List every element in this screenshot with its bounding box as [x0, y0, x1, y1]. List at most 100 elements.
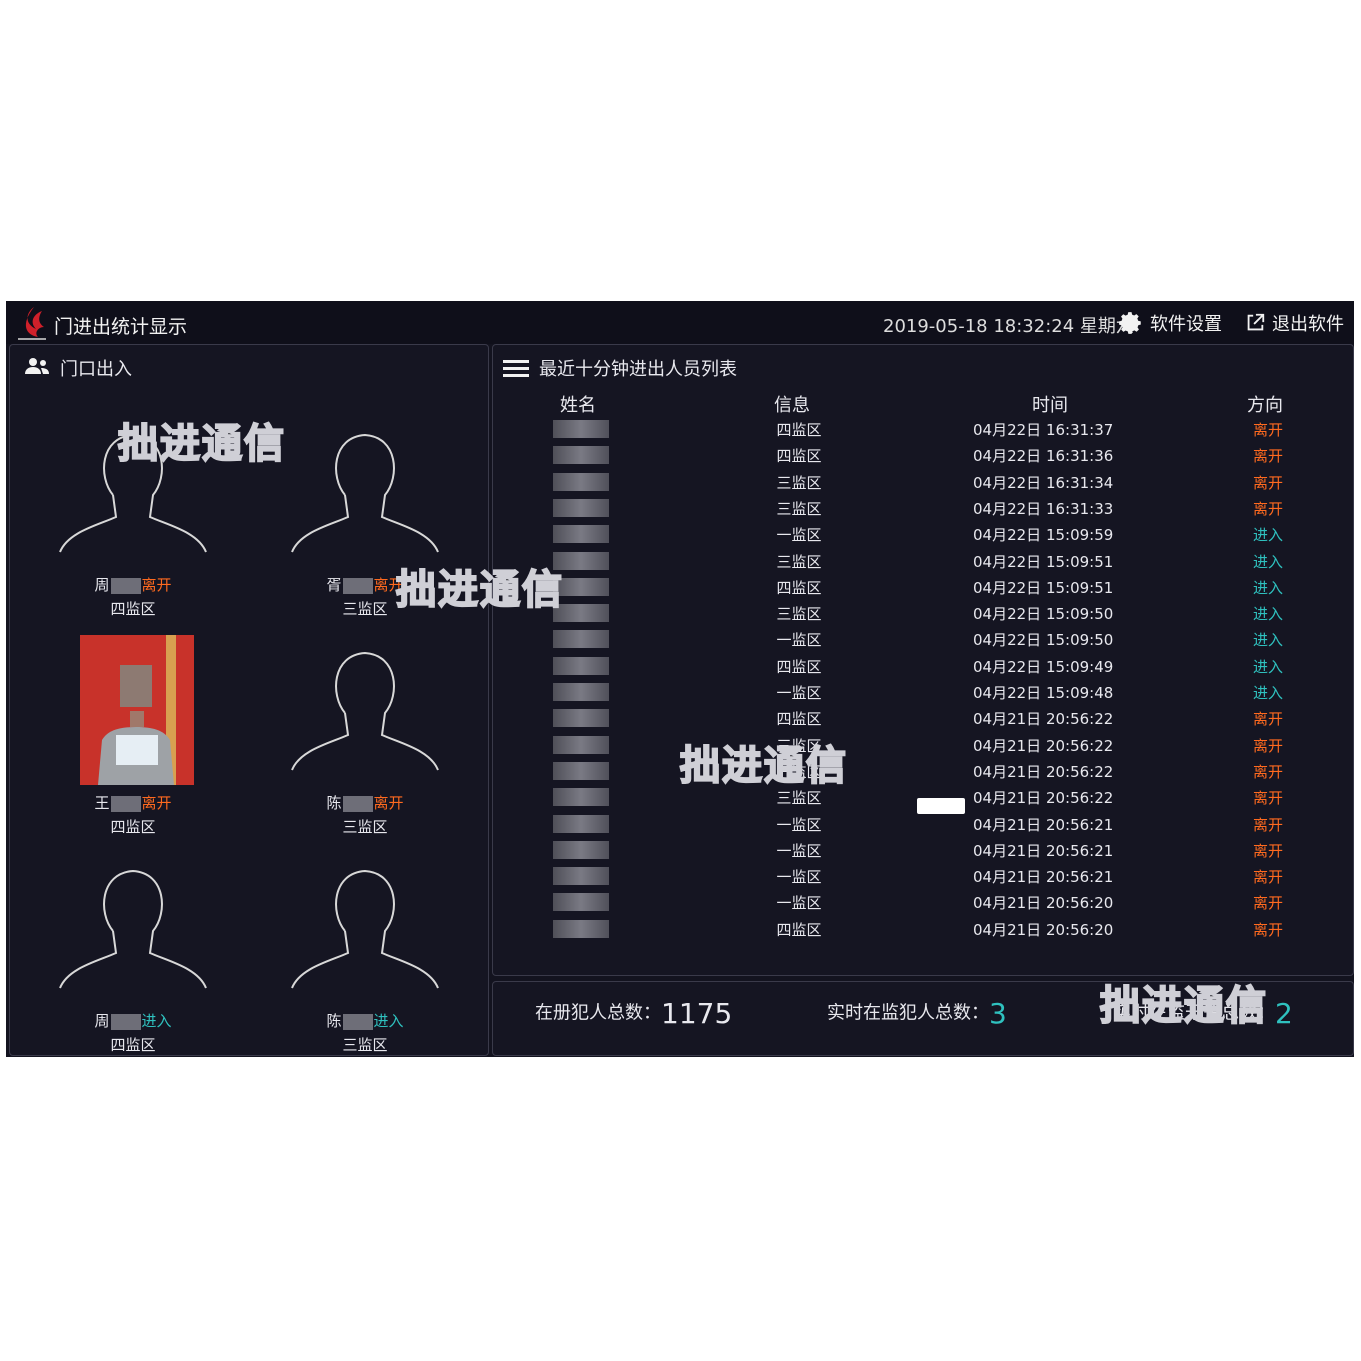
list-row: 三监区 04月22日 15:09:51 进入 [533, 548, 1353, 574]
floating-toolbar[interactable] [917, 798, 965, 814]
list-row: 四监区 04月21日 20:56:22 离开 [533, 705, 1353, 731]
door-panel-header: 门口出入 [24, 355, 132, 381]
redacted-name [342, 795, 373, 812]
zone-cell: 一监区 [776, 526, 822, 545]
list-row: 四监区 04月22日 15:09:49 进入 [533, 653, 1353, 679]
silhouette-avatar [291, 433, 439, 553]
redacted-name [553, 656, 609, 675]
person-card[interactable]: 王 离开 四监区 [18, 635, 248, 853]
time-cell: 04月22日 16:31:37 [973, 421, 1114, 439]
person-name: 周 [94, 576, 110, 594]
column-header-time: 时间 [1032, 395, 1068, 416]
direction-label: 离开 [373, 794, 404, 812]
direction-label: 进入 [141, 1012, 172, 1030]
list-row: 一监区 04月21日 20:56:22 离开 [533, 758, 1353, 784]
zone-cell: 四监区 [776, 920, 822, 939]
person-name-line: 周 进入 [18, 1010, 248, 1031]
list-row: 三监区 04月22日 16:31:33 离开 [533, 495, 1353, 521]
app-title: 门进出统计显示 [54, 316, 188, 338]
direction-cell: 离开 [1253, 762, 1284, 781]
list-row: 四监区 04月21日 20:56:20 离开 [533, 916, 1353, 942]
time-cell: 04月21日 20:56:21 [973, 815, 1114, 834]
time-cell: 04月22日 15:09:50 [973, 631, 1114, 650]
person-card[interactable]: 陈 离开 三监区 [250, 635, 480, 853]
current-datetime: 2019-05-18 18:32:24 星期六 [883, 316, 1134, 337]
direction-cell: 离开 [1253, 447, 1284, 466]
zone-cell: 三监区 [776, 499, 822, 518]
person-name-line: 陈 离开 [250, 792, 480, 813]
time-cell: 04月21日 20:56:22 [973, 710, 1114, 729]
time-cell: 04月21日 20:56:22 [973, 789, 1114, 808]
zone-label: 四监区 [110, 1036, 156, 1054]
person-name-line: 周 离开 [18, 574, 248, 595]
zone-cell: 一监区 [776, 894, 822, 913]
time-cell: 04月22日 16:31:33 [973, 499, 1114, 518]
list-row: 三监区 04月21日 20:56:22 离开 [533, 732, 1353, 758]
direction-cell: 离开 [1253, 815, 1284, 834]
zone-label: 三监区 [342, 1036, 388, 1054]
time-cell: 04月22日 15:09:51 [973, 578, 1114, 597]
present-value: 3 [989, 997, 1007, 1030]
settings-label: 软件设置 [1150, 314, 1222, 335]
menu-icon [503, 360, 529, 377]
recent-list-panel: 最近十分钟进出人员列表 姓名 信息 时间 方向 四监区 04月22日 16:31:… [492, 344, 1354, 976]
silhouette-avatar [291, 651, 439, 771]
captured-photo [80, 635, 194, 785]
redacted-name [553, 683, 609, 701]
person-name: 周 [94, 1012, 110, 1030]
person-card[interactable]: 周 进入 四监区 [18, 853, 248, 1071]
zone-cell: 四监区 [776, 421, 822, 439]
exit-button[interactable]: 退出软件 [1244, 310, 1344, 336]
silhouette-avatar [291, 869, 439, 989]
direction-label: 进入 [373, 1012, 404, 1030]
zone-cell: 三监区 [776, 552, 822, 571]
watermark: 拙进通信 [395, 566, 564, 614]
list-row: 一监区 04月21日 20:56:21 离开 [533, 811, 1353, 837]
person-name: 胥 [326, 576, 342, 594]
zone-label: 四监区 [110, 600, 156, 618]
direction-cell: 进入 [1253, 552, 1284, 571]
redacted-name [553, 446, 609, 465]
redacted-name [553, 919, 609, 938]
redacted-name [553, 472, 609, 491]
list-row: 一监区 04月22日 15:09:50 进入 [533, 626, 1353, 652]
zone-cell: 一监区 [776, 841, 822, 860]
column-header-direction: 方向 [1247, 395, 1283, 416]
person-card[interactable]: 陈 进入 三监区 [250, 853, 480, 1071]
present-stat: 实时在监犯人总数：3 [827, 997, 1007, 1030]
redacted-name [110, 1013, 141, 1030]
registered-stat: 在册犯人总数：1175 [535, 997, 732, 1030]
watermark: 拙进通信 [1099, 982, 1268, 1030]
zone-cell: 四监区 [776, 578, 822, 597]
present-label: 实时在监犯人总数： [827, 1002, 989, 1024]
list-row: 三监区 04月22日 15:09:50 进入 [533, 600, 1353, 626]
person-name-line: 陈 进入 [250, 1010, 480, 1031]
redacted-name [553, 788, 609, 807]
time-cell: 04月21日 20:56:22 [973, 736, 1114, 755]
redacted-name [342, 577, 373, 594]
direction-cell: 离开 [1253, 920, 1284, 939]
direction-cell: 离开 [1253, 710, 1284, 729]
door-panel-title: 门口出入 [60, 359, 132, 380]
redacted-name [342, 1013, 373, 1030]
list-row: 一监区 04月21日 20:56:21 离开 [533, 837, 1353, 863]
redacted-name [553, 498, 609, 517]
time-cell: 04月21日 20:56:20 [973, 894, 1114, 913]
police-value: 2 [1275, 997, 1293, 1030]
zone-cell: 一监区 [776, 684, 822, 702]
list-row: 一监区 04月22日 15:09:59 进入 [533, 521, 1353, 547]
recent-list-header: 最近十分钟进出人员列表 [503, 355, 737, 381]
person-name: 陈 [326, 1012, 342, 1030]
redacted-name [110, 577, 141, 594]
zone-cell: 三监区 [776, 605, 822, 624]
zone-label: 四监区 [110, 818, 156, 836]
zone-cell: 一监区 [776, 815, 822, 834]
column-header-info: 信息 [774, 395, 810, 416]
settings-button[interactable]: 软件设置 [1118, 310, 1222, 336]
zone-cell: 一监区 [776, 631, 822, 650]
redacted-name [553, 709, 609, 728]
redacted-name [553, 893, 609, 912]
direction-cell: 离开 [1253, 789, 1284, 808]
column-header-name: 姓名 [560, 395, 596, 416]
direction-cell: 离开 [1253, 473, 1284, 492]
